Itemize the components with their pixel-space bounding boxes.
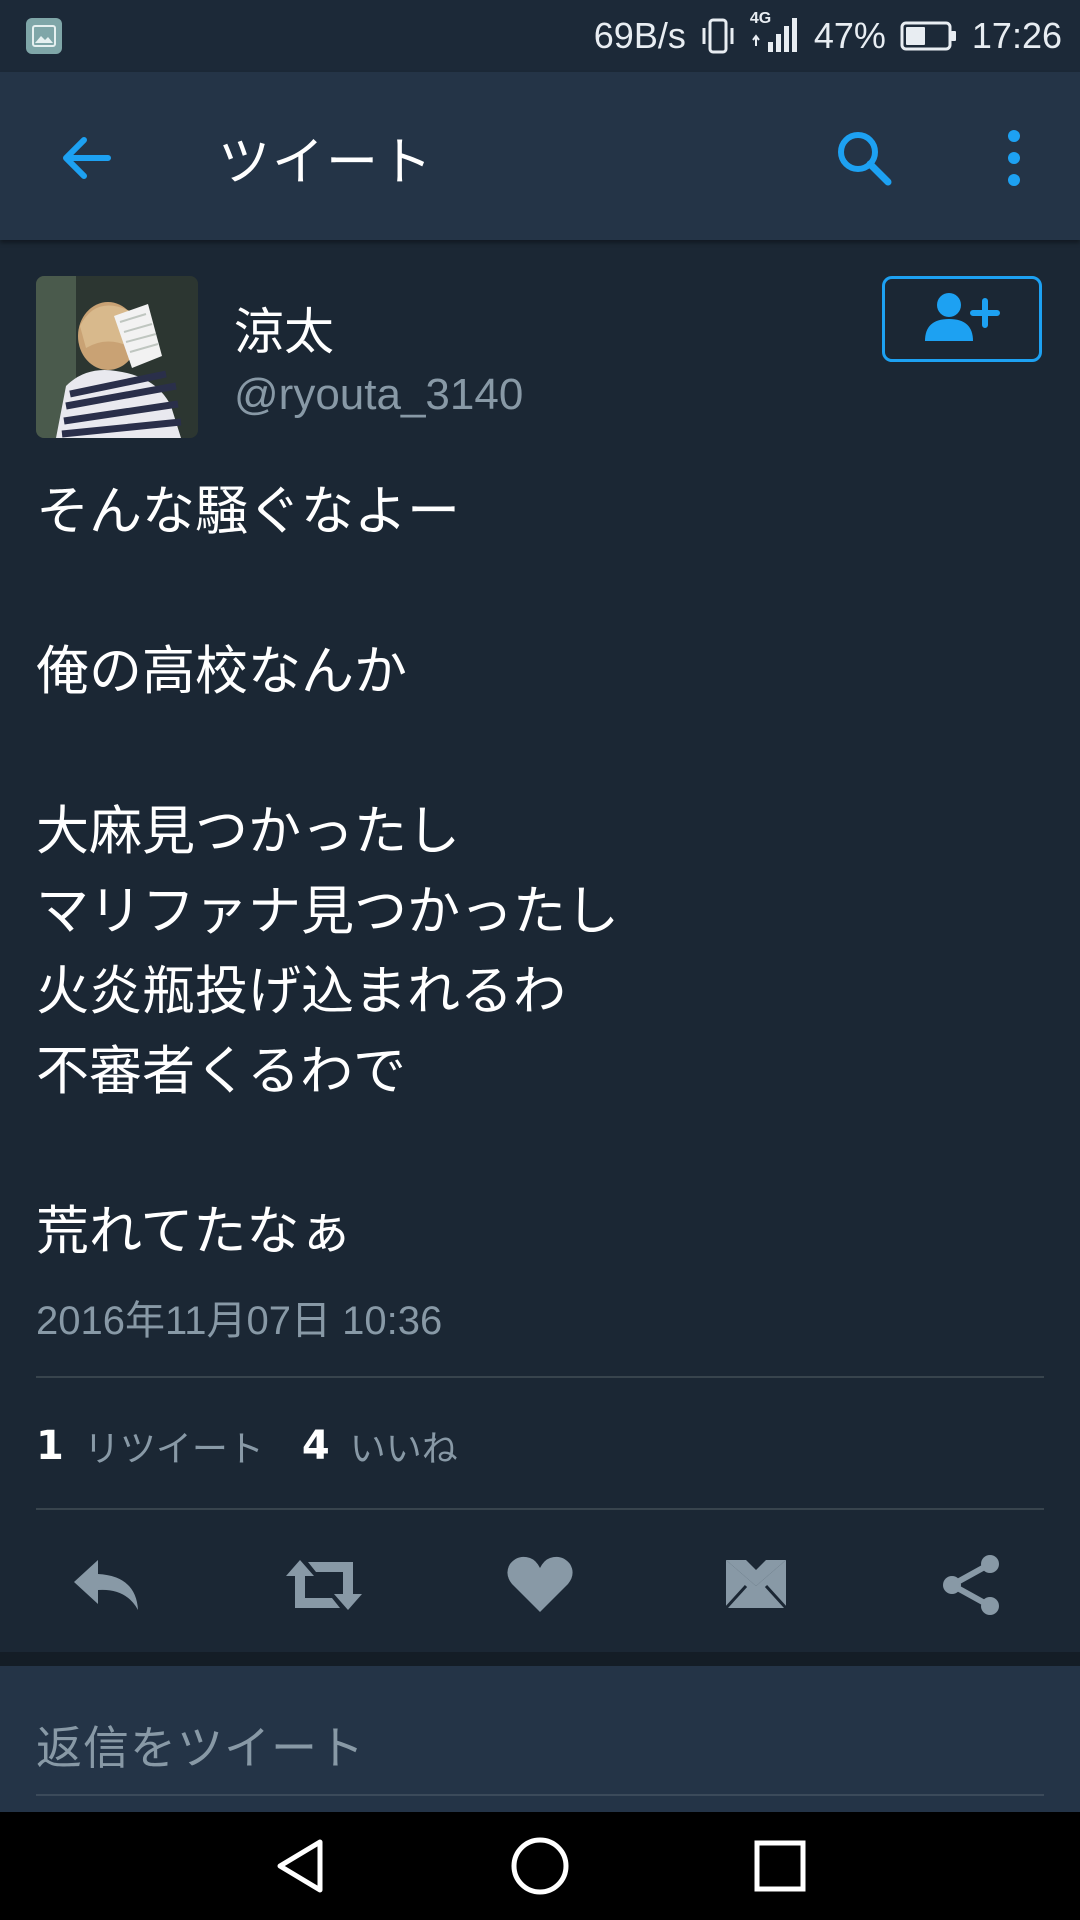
tweet-stats: 1 リツイート 4 いいね: [36, 1418, 496, 1474]
display-name[interactable]: 涼太: [234, 292, 334, 364]
network-type: 4G: [749, 10, 772, 27]
app-bar: ツイート: [0, 72, 1080, 240]
gallery-notification-icon: [26, 18, 62, 54]
more-vertical-icon[interactable]: [996, 126, 1032, 190]
reply-icon[interactable]: [68, 1554, 148, 1616]
back-triangle-icon[interactable]: [270, 1834, 334, 1898]
home-circle-icon[interactable]: [508, 1834, 572, 1898]
section-separator: [0, 1652, 1080, 1666]
recents-square-icon[interactable]: [748, 1834, 812, 1898]
net-speed: 69B/s: [593, 15, 686, 56]
reply-input-underline: [36, 1794, 1044, 1796]
retweet-label[interactable]: リツイート: [84, 1420, 264, 1472]
battery-icon: [900, 20, 958, 52]
add-user-icon: [923, 291, 1001, 347]
page-title: ツイート: [218, 133, 435, 193]
like-count[interactable]: 4: [302, 1423, 330, 1469]
tweet-text: そんな騒ぐなよー 俺の高校なんか 大麻見つかったし マリファナ見つかったし 火炎…: [36, 481, 619, 1262]
reply-input[interactable]: 返信をツイート: [36, 1712, 365, 1778]
vibrate-icon: [700, 16, 736, 56]
signal-icon: 4G: [750, 10, 800, 56]
reply-bar: 返信をツイート: [0, 1666, 1080, 1812]
user-handle[interactable]: @ryouta_3140: [234, 370, 523, 420]
divider: [36, 1508, 1044, 1510]
search-icon[interactable]: [832, 126, 896, 190]
battery-percent: 47%: [813, 15, 886, 56]
retweet-icon[interactable]: [282, 1554, 362, 1616]
share-icon[interactable]: [934, 1554, 1014, 1616]
tweet-timestamp: 2016年11月07日 10:36: [36, 1299, 443, 1343]
divider: [36, 1376, 1044, 1378]
status-bar: 69B/s 4G 47% 17:26: [0, 0, 1080, 72]
mail-icon[interactable]: [716, 1554, 796, 1616]
tweet-actions: [0, 1540, 1080, 1628]
like-label[interactable]: いいね: [350, 1420, 458, 1472]
avatar[interactable]: [36, 276, 198, 438]
retweet-count[interactable]: 1: [36, 1423, 64, 1469]
arrow-left-icon[interactable]: [56, 128, 116, 188]
system-nav-bar: [0, 1812, 1080, 1920]
heart-icon[interactable]: [500, 1554, 580, 1616]
follow-button[interactable]: [882, 276, 1042, 362]
clock: 17:26: [971, 15, 1062, 56]
